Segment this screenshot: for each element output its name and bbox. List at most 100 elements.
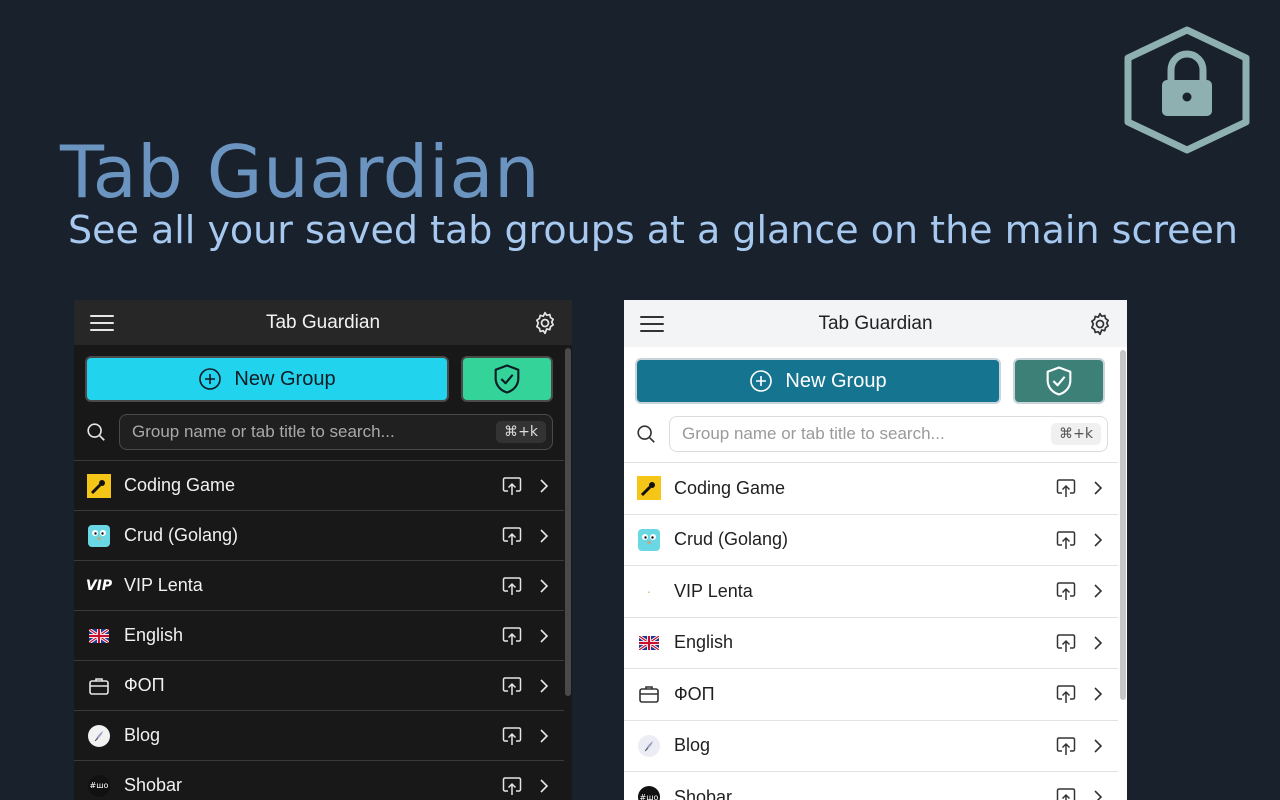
group-row[interactable]: Coding Game [74, 460, 564, 510]
chevron-right-icon[interactable] [536, 627, 552, 645]
open-group-icon[interactable] [1054, 631, 1078, 655]
popup-title: Tab Guardian [265, 311, 381, 333]
group-row[interactable]: Coding Game [624, 462, 1118, 514]
group-name: Crud (Golang) [124, 525, 239, 545]
group-name: Shobar [124, 775, 183, 795]
protect-button[interactable] [461, 356, 553, 402]
search-input[interactable] [680, 423, 1052, 445]
open-group-icon[interactable] [1054, 528, 1078, 552]
search-icon [637, 425, 655, 443]
quill-icon [86, 723, 112, 749]
group-row[interactable]: English [74, 610, 564, 660]
open-group-icon[interactable] [1054, 785, 1078, 800]
group-name: VIP Lenta [674, 580, 753, 601]
chevron-right-icon[interactable] [1090, 531, 1106, 549]
open-group-icon[interactable] [500, 524, 524, 548]
open-group-icon[interactable] [500, 574, 524, 598]
group-name: Coding Game [124, 475, 236, 495]
group-name: Blog [674, 735, 711, 756]
open-group-icon[interactable] [500, 474, 524, 498]
new-group-label: New Group [785, 369, 887, 392]
group-name: ФОП [674, 683, 715, 704]
new-group-label: New Group [234, 367, 336, 390]
group-row[interactable]: Crud (Golang) [624, 513, 1118, 566]
shobar-icon: #шо [636, 784, 662, 800]
popup-dark-theme: Tab Guardian New Group ⌘+k Coding Game Cr… [74, 300, 572, 800]
group-row[interactable]: English [624, 616, 1118, 669]
popup-title: Tab Guardian [818, 312, 933, 334]
chevron-right-icon[interactable] [1090, 737, 1106, 755]
search-input[interactable] [130, 421, 497, 443]
group-list: Coding Game Crud (Golang) · VIP Lenta Englis… [624, 462, 1118, 800]
group-row[interactable]: #шо Shobar [624, 771, 1118, 800]
group-list: Coding Game Crud (Golang) VIP VIP Lenta Engl… [74, 460, 564, 800]
group-row[interactable]: Blog [74, 710, 564, 760]
page-subtitle: See all your saved tab groups at a glanc… [68, 208, 1238, 252]
chevron-right-icon[interactable] [1090, 685, 1106, 703]
search-icon [87, 423, 105, 441]
lock-shield-logo-icon [1124, 26, 1250, 154]
scrollbar[interactable] [1120, 350, 1126, 700]
chevron-right-icon[interactable] [536, 677, 552, 695]
briefcase-icon [86, 673, 112, 699]
open-group-icon[interactable] [500, 774, 524, 798]
settings-gear-icon[interactable] [532, 310, 558, 336]
new-group-button[interactable]: New Group [635, 358, 1001, 404]
chevron-right-icon[interactable] [536, 777, 552, 795]
group-name: ФОП [124, 675, 165, 695]
open-group-icon[interactable] [500, 724, 524, 748]
chevron-right-icon[interactable] [536, 527, 552, 545]
shortcut-badge: ⌘+k [1051, 423, 1101, 445]
menu-icon[interactable] [640, 315, 664, 332]
shield-check-icon [1046, 366, 1072, 396]
vip-icon-text: VIP [85, 577, 113, 594]
chevron-right-icon[interactable] [1090, 582, 1106, 600]
quill-icon [636, 733, 662, 759]
group-row[interactable]: · VIP Lenta [624, 565, 1118, 617]
chevron-right-icon[interactable] [536, 477, 552, 495]
plus-circle-icon [750, 370, 773, 392]
chevron-right-icon[interactable] [1090, 788, 1106, 800]
briefcase-icon [636, 681, 662, 707]
open-group-icon[interactable] [1054, 682, 1078, 706]
popup-light-theme: Tab Guardian New Group ⌘+k Coding Game Cr… [624, 300, 1127, 800]
search-field[interactable]: ⌘+k [669, 416, 1108, 452]
group-name: VIP Lenta [124, 575, 203, 595]
popup-header: Tab Guardian [74, 300, 572, 345]
chevron-right-icon[interactable] [1090, 479, 1106, 497]
chevron-right-icon[interactable] [536, 727, 552, 745]
group-name: Crud (Golang) [674, 529, 789, 550]
shobar-icon: #шо [86, 773, 112, 799]
group-row[interactable]: ФОП [74, 660, 564, 710]
protect-button[interactable] [1013, 358, 1105, 404]
open-group-icon[interactable] [500, 624, 524, 648]
chevron-right-icon[interactable] [536, 577, 552, 595]
shobar-icon-text: #шо [89, 781, 109, 790]
group-row[interactable]: #шо Shobar [74, 760, 564, 800]
group-row[interactable]: Blog [624, 719, 1118, 772]
vip-icon: · [636, 578, 662, 604]
open-group-icon[interactable] [1054, 476, 1078, 500]
open-group-icon[interactable] [1054, 734, 1078, 758]
chevron-right-icon[interactable] [1090, 634, 1106, 652]
shobar-icon-text: #шо [639, 792, 659, 800]
gopher-icon [86, 523, 112, 549]
group-name: Shobar [674, 786, 733, 800]
group-row[interactable]: Crud (Golang) [74, 510, 564, 560]
menu-icon[interactable] [90, 314, 114, 331]
group-row[interactable]: ФОП [624, 668, 1118, 720]
scrollbar[interactable] [565, 348, 571, 696]
plus-circle-icon [199, 368, 222, 390]
open-group-icon[interactable] [500, 674, 524, 698]
group-row[interactable]: VIP VIP Lenta [74, 560, 564, 610]
group-name: English [124, 625, 184, 645]
group-name: Blog [124, 725, 161, 745]
settings-gear-icon[interactable] [1087, 311, 1113, 337]
search-field[interactable]: ⌘+k [119, 414, 553, 450]
vip-icon-text: · [646, 583, 652, 600]
open-group-icon[interactable] [1054, 579, 1078, 603]
page-title: Tab Guardian [60, 130, 541, 214]
group-name: English [674, 632, 734, 653]
shield-check-icon [494, 364, 520, 394]
new-group-button[interactable]: New Group [85, 356, 449, 402]
